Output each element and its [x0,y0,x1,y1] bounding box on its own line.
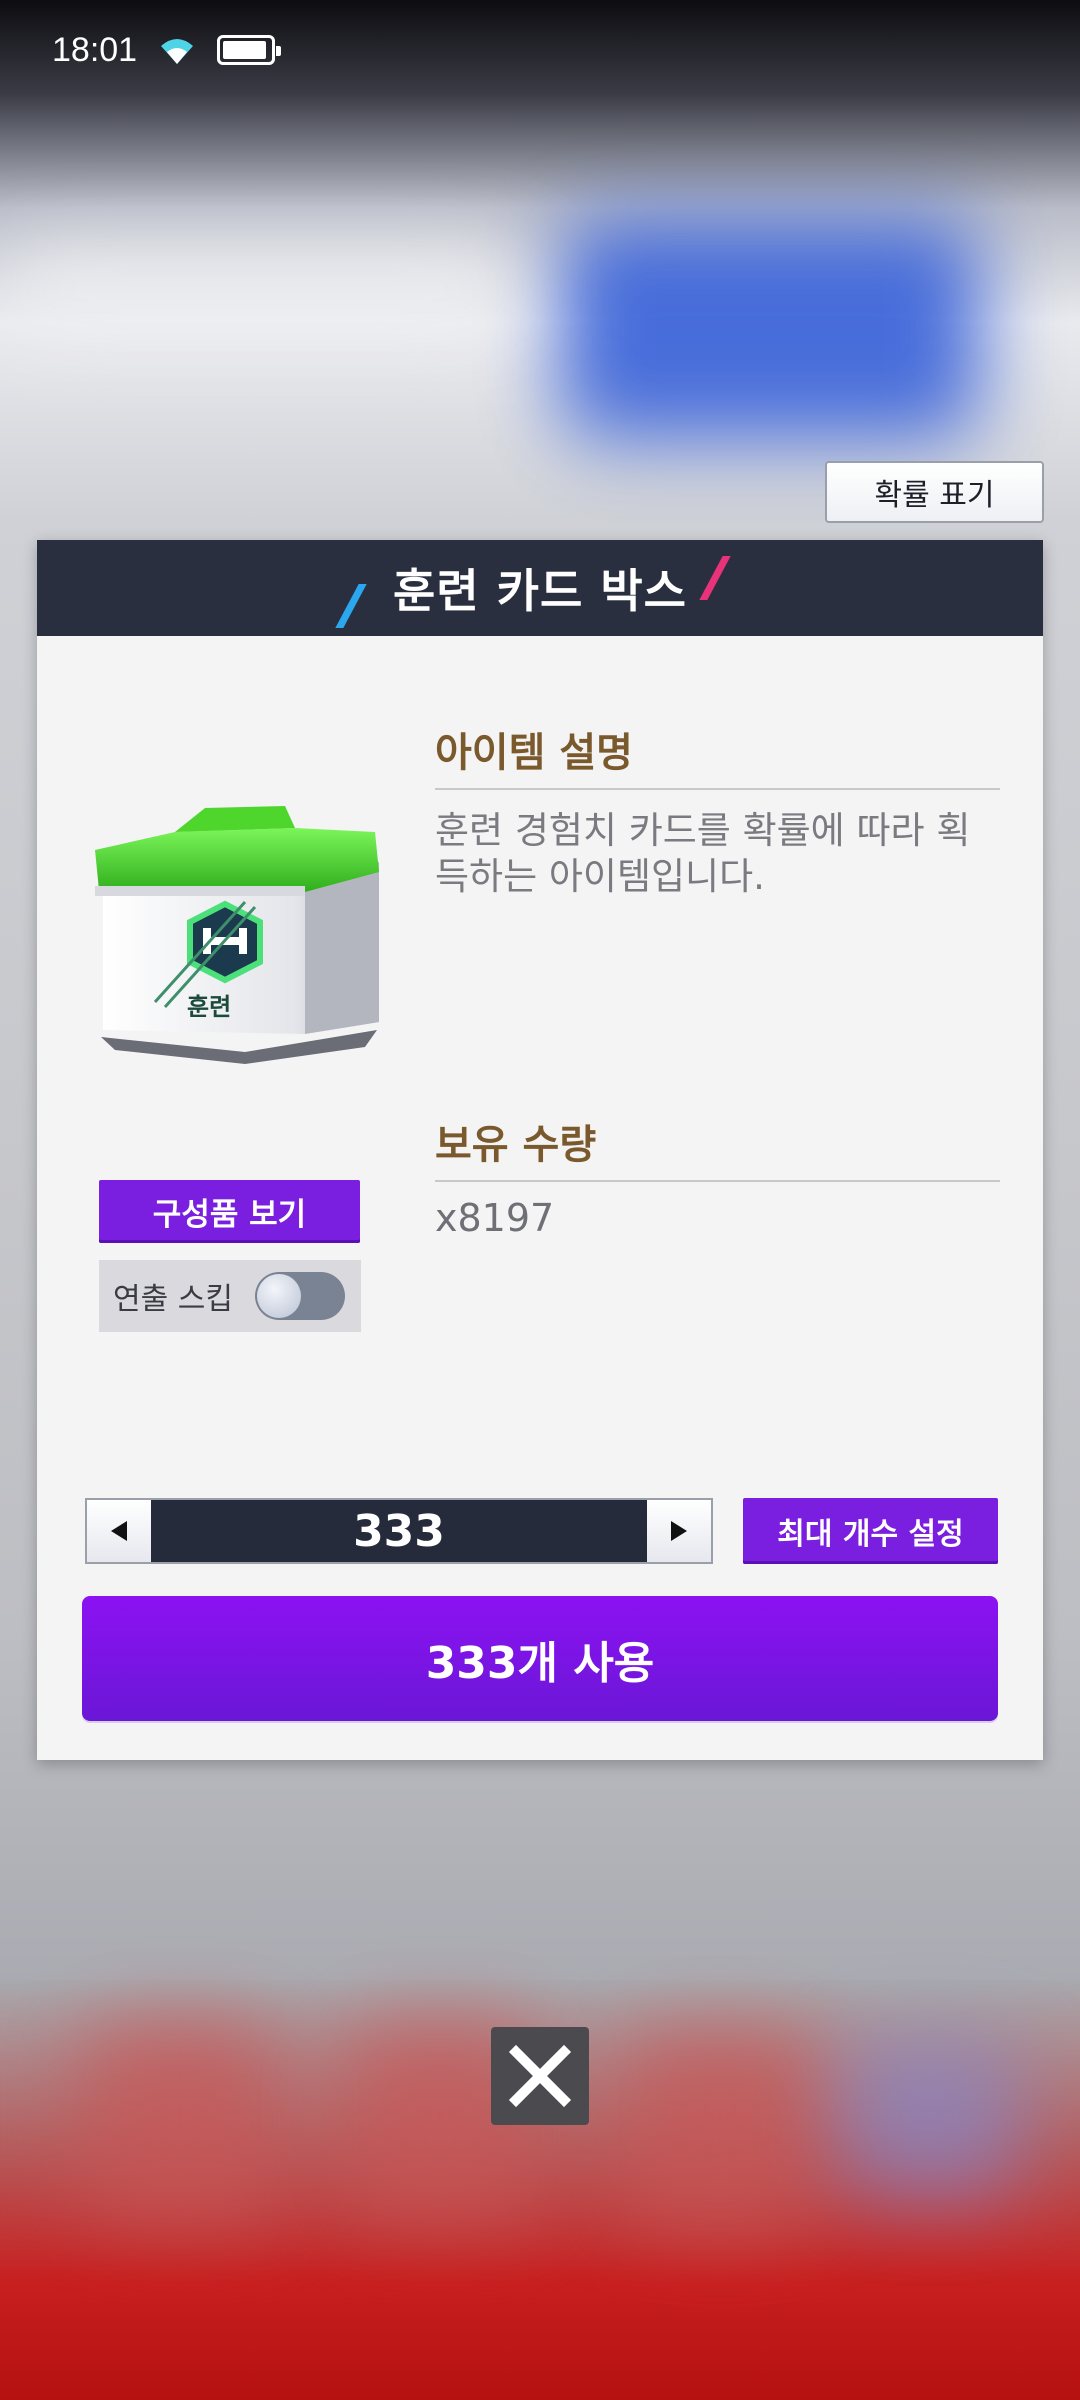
divider [435,1180,1000,1182]
close-icon [508,2044,572,2108]
close-button[interactable] [491,2027,589,2125]
training-card-box-image: 훈련 [95,806,379,1064]
modal-header: 훈련 카드 박스 [37,540,1043,636]
use-item-button[interactable]: 333개 사용 [82,1596,998,1721]
battery-icon [217,35,282,65]
view-components-button[interactable]: 구성품 보기 [99,1180,360,1243]
modal-title: 훈련 카드 박스 [393,564,687,618]
quantity-value[interactable]: 333 [151,1500,647,1562]
status-bar: 18:01 [0,0,1080,100]
item-description-label: 아이템 설명 [435,730,633,776]
arrow-right-icon [671,1521,687,1541]
divider [435,788,1000,790]
decorative-slash-pink [699,556,731,600]
item-use-modal: 훈련 카드 박스 훈련 아이템 설명 훈련 경험치 카드를 확률에 따라 획득하… [37,540,1043,1760]
skip-animation-row: 연출 스킵 [99,1260,361,1332]
arrow-left-icon [111,1521,127,1541]
probability-display-button[interactable]: 확률 표기 [825,461,1044,523]
wifi-icon [161,39,194,64]
quantity-stepper: 333 [85,1498,713,1564]
decrease-quantity-button[interactable] [87,1500,151,1562]
owned-count-value: x8197 [435,1196,555,1240]
owned-count-label: 보유 수량 [435,1122,597,1168]
skip-animation-label: 연출 스킵 [113,1282,233,1317]
increase-quantity-button[interactable] [647,1500,711,1562]
item-description-text: 훈련 경험치 카드를 확률에 따라 획득하는 아이템입니다. [435,809,971,898]
set-max-quantity-button[interactable]: 최대 개수 설정 [743,1498,998,1564]
status-time: 18:01 [52,30,138,69]
decorative-slash-blue [335,584,367,628]
skip-animation-toggle[interactable] [254,1272,345,1320]
box-label: 훈련 [187,993,231,1021]
toggle-knob [256,1274,301,1318]
